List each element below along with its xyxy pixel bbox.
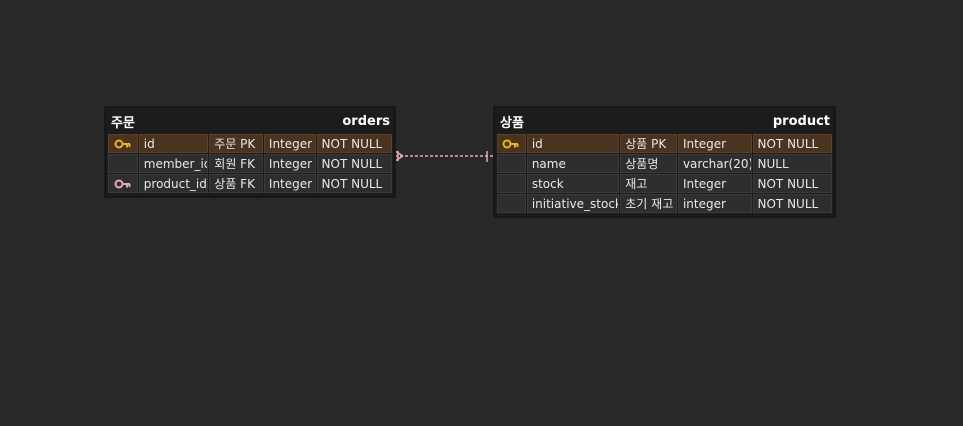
- empty-key-cell: [497, 174, 526, 193]
- column-type: varchar(20): [677, 154, 752, 173]
- column-type: Integer: [677, 134, 752, 153]
- fk-key-icon: [108, 174, 138, 193]
- table-product[interactable]: 상품 product id 상품 PK Integer NOT NULL nam…: [494, 107, 835, 217]
- column-nullability: NOT NULL: [316, 134, 392, 153]
- column-row[interactable]: initiative_stock 초기 재고 integer NOT NULL: [497, 194, 833, 213]
- column-row[interactable]: stock 재고 Integer NOT NULL: [497, 174, 833, 193]
- empty-key-cell: [497, 194, 526, 213]
- column-type: Integer: [263, 134, 316, 153]
- column-comment: 상품 FK: [209, 174, 263, 193]
- column-type: Integer: [263, 174, 316, 193]
- column-type: Integer: [263, 154, 316, 173]
- column-nullability: NULL: [752, 154, 833, 173]
- column-name: id: [138, 134, 209, 153]
- column-name: initiative_stock: [526, 194, 620, 213]
- column-nullability: NOT NULL: [752, 194, 833, 213]
- column-comment: 재고: [620, 174, 677, 193]
- column-comment: 초기 재고: [620, 194, 677, 213]
- column-comment: 주문 PK: [209, 134, 263, 153]
- column-row[interactable]: member_id 회원 FK Integer NOT NULL: [108, 154, 392, 173]
- table-name: product: [772, 113, 830, 129]
- column-name: id: [526, 134, 620, 153]
- column-type: Integer: [677, 174, 752, 193]
- empty-key-cell: [497, 154, 526, 173]
- column-row[interactable]: id 상품 PK Integer NOT NULL: [497, 134, 833, 153]
- column-comment: 상품명: [620, 154, 677, 173]
- column-row[interactable]: name 상품명 varchar(20) NULL: [497, 154, 833, 173]
- column-nullability: NOT NULL: [752, 134, 833, 153]
- column-nullability: NOT NULL: [316, 154, 392, 173]
- column-name: product_id: [138, 174, 209, 193]
- column-type: integer: [677, 194, 752, 213]
- table-name: orders: [342, 113, 390, 129]
- pk-key-icon: [108, 134, 138, 153]
- column-comment: 회원 FK: [209, 154, 263, 173]
- table-comment: 상품: [500, 115, 524, 131]
- column-nullability: NOT NULL: [316, 174, 392, 193]
- column-row[interactable]: product_id 상품 FK Integer NOT NULL: [108, 174, 392, 193]
- empty-key-cell: [108, 154, 138, 173]
- column-name: name: [526, 154, 620, 173]
- column-comment: 상품 PK: [620, 134, 677, 153]
- column-name: stock: [526, 174, 620, 193]
- column-nullability: NOT NULL: [752, 174, 833, 193]
- table-orders[interactable]: 주문 orders id 주문 PK Integer NOT NULL memb…: [105, 107, 395, 197]
- table-header[interactable]: 상품 product: [495, 108, 834, 134]
- table-comment: 주문: [111, 115, 135, 131]
- table-header[interactable]: 주문 orders: [106, 108, 394, 134]
- column-row[interactable]: id 주문 PK Integer NOT NULL: [108, 134, 392, 153]
- column-name: member_id: [138, 154, 209, 173]
- pk-key-icon: [497, 134, 526, 153]
